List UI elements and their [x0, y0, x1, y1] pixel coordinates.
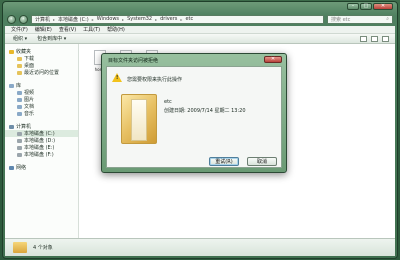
- nav-label: 最近访问的位置: [24, 70, 60, 76]
- nav-label: 图片: [24, 97, 35, 103]
- folder-icon: [17, 70, 22, 75]
- nav-item-recent[interactable]: 最近访问的位置: [5, 69, 78, 76]
- document-icon: [17, 104, 22, 109]
- computer-icon: [9, 124, 14, 129]
- nav-label: 网络: [16, 165, 27, 171]
- nav-item-drive-e[interactable]: 本地磁盘 (E:): [5, 144, 78, 151]
- search-placeholder: 搜索 etc: [331, 16, 351, 23]
- close-window-button[interactable]: ✕: [373, 3, 393, 10]
- breadcrumb-separator-icon: ▸: [122, 16, 125, 22]
- view-options-icon[interactable]: [360, 35, 367, 42]
- nav-item-pictures[interactable]: 图片: [5, 96, 78, 103]
- drive-icon: [17, 131, 22, 136]
- breadcrumb-etc[interactable]: etc: [185, 16, 193, 22]
- music-icon: [17, 111, 22, 116]
- breadcrumb-system32[interactable]: System32: [127, 16, 152, 22]
- nav-label: 音乐: [24, 111, 35, 117]
- nav-label: 本地磁盘 (D:): [24, 138, 56, 144]
- dialog-item-name: etc: [164, 99, 172, 105]
- menu-tools[interactable]: 工具(T): [83, 26, 100, 33]
- nav-libraries[interactable]: 库: [5, 82, 78, 89]
- details-pane: 4 个对象: [5, 238, 395, 256]
- drive-icon: [17, 152, 22, 157]
- nav-label: 本地磁盘 (F:): [24, 152, 54, 158]
- minimize-button[interactable]: –: [347, 3, 359, 10]
- warning-mark-icon: !: [116, 75, 119, 81]
- folder-icon: [121, 94, 157, 144]
- help-icon[interactable]: [382, 35, 389, 42]
- nav-item-desktop[interactable]: 桌面: [5, 62, 78, 69]
- drive-icon: [17, 138, 22, 143]
- include-in-library-button[interactable]: 包含到库中 ▾: [37, 35, 66, 42]
- library-icon: [9, 83, 14, 88]
- nav-item-drive-c[interactable]: 本地磁盘 (C:): [5, 130, 78, 137]
- menu-bar: 文件(F) 编辑(E) 查看(V) 工具(T) 帮助(H): [5, 26, 395, 34]
- retry-button[interactable]: 重试(R): [209, 157, 239, 166]
- nav-item-documents[interactable]: 文档: [5, 103, 78, 110]
- nav-favorites[interactable]: 收藏夹: [5, 48, 78, 55]
- breadcrumb-separator-icon: ▸: [53, 16, 56, 22]
- breadcrumb-separator-icon: ▸: [91, 16, 94, 22]
- breadcrumb-separator-icon: ▸: [180, 16, 183, 22]
- organize-button[interactable]: 组织 ▾: [13, 35, 27, 42]
- nav-label: 计算机: [16, 124, 32, 130]
- breadcrumb-drivers[interactable]: drivers: [160, 16, 177, 22]
- nav-item-drive-f[interactable]: 本地磁盘 (F:): [5, 151, 78, 158]
- menu-help[interactable]: 帮助(H): [107, 26, 125, 33]
- nav-item-drive-d[interactable]: 本地磁盘 (D:): [5, 137, 78, 144]
- nav-item-videos[interactable]: 视频: [5, 89, 78, 96]
- address-bar[interactable]: 计算机 ▸ 本地磁盘 (C:) ▸ Windows ▸ System32 ▸ drive…: [31, 14, 324, 24]
- dialog-item-date: 创建日期: 2009/7/14 星期二 13:20: [164, 108, 246, 114]
- preview-pane-icon[interactable]: [371, 35, 378, 42]
- command-bar: 组织 ▾ 包含到库中 ▾: [5, 34, 395, 44]
- dialog-message: 您需要权限来执行此操作: [127, 77, 183, 83]
- dialog-close-button[interactable]: ✕: [264, 56, 282, 63]
- breadcrumb-windows[interactable]: Windows: [97, 16, 119, 22]
- navigation-pane: 收藏夹 下载 桌面 最近访问的位置 库 视频 图片 文档 音乐 计算机 本地磁盘…: [5, 44, 79, 238]
- folder-icon: [13, 242, 27, 253]
- drive-icon: [17, 145, 22, 150]
- picture-icon: [17, 97, 22, 102]
- nav-label: 本地磁盘 (C:): [24, 131, 55, 137]
- nav-item-downloads[interactable]: 下载: [5, 55, 78, 62]
- breadcrumb-separator-icon: ▸: [155, 16, 158, 22]
- folder-icon: [17, 63, 22, 68]
- title-bar: – □ ✕: [3, 2, 397, 12]
- item-count: 4 个对象: [33, 245, 53, 251]
- maximize-button[interactable]: □: [360, 3, 372, 10]
- search-icon: ⌕: [386, 16, 389, 22]
- nav-computer[interactable]: 计算机: [5, 123, 78, 130]
- star-icon: [9, 49, 14, 54]
- nav-label: 文档: [24, 104, 35, 110]
- nav-label: 本地磁盘 (E:): [24, 145, 55, 151]
- folder-icon: [17, 56, 22, 61]
- menu-view[interactable]: 查看(V): [59, 26, 76, 33]
- search-input[interactable]: 搜索 etc ⌕: [327, 14, 393, 24]
- nav-network[interactable]: 网络: [5, 164, 78, 171]
- breadcrumb-c-drive[interactable]: 本地磁盘 (C:): [58, 16, 89, 23]
- back-button[interactable]: ‹: [7, 14, 16, 24]
- nav-label: 收藏夹: [16, 49, 32, 55]
- nav-label: 视频: [24, 90, 35, 96]
- view-controls: [360, 35, 389, 42]
- dialog-body: ! 您需要权限来执行此操作 etc 创建日期: 2009/7/14 星期二 13…: [106, 66, 282, 168]
- menu-edit[interactable]: 编辑(E): [35, 26, 52, 33]
- nav-item-music[interactable]: 音乐: [5, 110, 78, 117]
- breadcrumb-computer[interactable]: 计算机: [35, 16, 50, 23]
- access-denied-dialog: 目标文件夹访问被拒绝 ✕ ! 您需要权限来执行此操作 etc 创建日期: 200…: [101, 53, 287, 173]
- nav-label: 桌面: [24, 63, 35, 69]
- video-icon: [17, 90, 22, 95]
- caption-buttons: – □ ✕: [347, 3, 393, 10]
- dialog-title: 目标文件夹访问被拒绝: [108, 58, 159, 64]
- address-bar-row: ‹ › 计算机 ▸ 本地磁盘 (C:) ▸ Windows ▸ System32 ▸ d…: [7, 14, 393, 24]
- forward-button[interactable]: ›: [19, 14, 28, 24]
- network-icon: [9, 165, 14, 170]
- nav-label: 库: [16, 83, 22, 89]
- menu-file[interactable]: 文件(F): [11, 26, 28, 33]
- cancel-button[interactable]: 取消: [247, 157, 277, 166]
- nav-label: 下载: [24, 56, 35, 62]
